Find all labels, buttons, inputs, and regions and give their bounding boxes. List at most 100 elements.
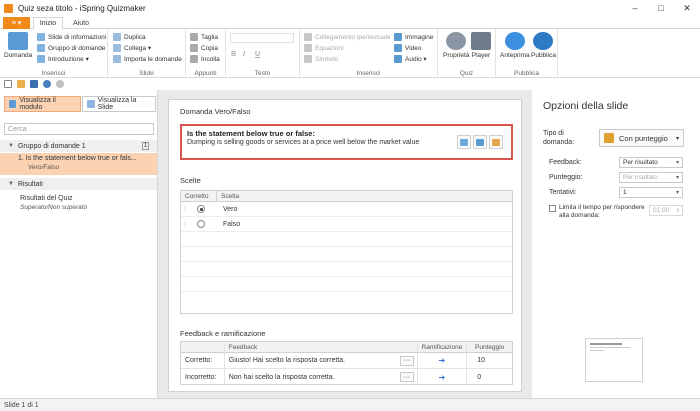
more-button[interactable]: ··· bbox=[399, 355, 414, 366]
branching-cell[interactable]: ➔ bbox=[418, 369, 468, 385]
intro-button[interactable]: Introduzione ▾ bbox=[37, 54, 89, 64]
new-file-icon[interactable] bbox=[4, 80, 12, 88]
table-row: Corretto: Giusto! Hai scelto la risposta… bbox=[181, 353, 512, 369]
cut-button[interactable]: Taglia bbox=[190, 32, 218, 42]
slide-info-button[interactable]: Slide di informazioni bbox=[37, 32, 106, 42]
insert-audio-button[interactable] bbox=[489, 135, 503, 149]
status-bar: Slide 1 di 1 bbox=[0, 398, 700, 411]
image-button[interactable]: Immagine bbox=[394, 32, 434, 42]
save-icon[interactable] bbox=[30, 80, 38, 88]
arrow-right-icon: ➔ bbox=[438, 356, 446, 365]
drag-handle-icon[interactable]: ⋮ bbox=[181, 206, 189, 213]
score-select[interactable]: Per risultato ▾ bbox=[619, 172, 683, 183]
list-item-question-1[interactable]: 1. Is the statement below true or fals..… bbox=[0, 153, 157, 175]
correct-radio[interactable] bbox=[197, 205, 205, 213]
chevron-down-icon: ▼ bbox=[8, 181, 14, 187]
score-cell[interactable]: 10 bbox=[467, 353, 512, 368]
ribbon-group-slide: Duplica Collega ▾ Importa le domande Sli… bbox=[108, 29, 186, 78]
file-menu-button[interactable]: ≡ ▾ bbox=[3, 17, 30, 29]
question-text[interactable]: Dumping is selling goods or services at … bbox=[187, 139, 419, 146]
limit-time-checkbox[interactable] bbox=[549, 205, 556, 212]
time-input[interactable]: 01:00 ⇕ bbox=[649, 205, 683, 216]
minimize-button[interactable]: – bbox=[622, 0, 648, 16]
domanda-button[interactable]: Domanda bbox=[4, 32, 32, 59]
underline-button[interactable]: U bbox=[255, 51, 260, 58]
question-type-select[interactable]: Con punteggio ▾ bbox=[599, 129, 684, 147]
empty-row[interactable] bbox=[181, 247, 512, 262]
paste-button[interactable]: Incolla bbox=[190, 54, 220, 64]
preview-button[interactable]: Anteprima bbox=[500, 32, 530, 59]
publish-button[interactable]: Pubblica bbox=[531, 32, 556, 59]
attempts-select[interactable]: 1 ▾ bbox=[619, 187, 683, 198]
info-slide-icon bbox=[37, 33, 45, 41]
table-row[interactable]: ⋮ Vero bbox=[181, 202, 512, 217]
empty-row[interactable] bbox=[181, 277, 512, 292]
hyperlink-button[interactable]: Collegamento ipertestuale bbox=[304, 32, 391, 42]
properties-button[interactable]: Proprietà bbox=[443, 32, 469, 59]
branching-cell[interactable]: ➔ bbox=[418, 353, 468, 368]
empty-row[interactable] bbox=[181, 232, 512, 247]
table-row[interactable]: ⋮ Falso bbox=[181, 217, 512, 232]
feedback-correct-cell[interactable]: Giusto! Hai scelto la risposta corretta.… bbox=[225, 353, 418, 368]
duplicate-button[interactable]: Duplica bbox=[113, 32, 146, 42]
question-group-row[interactable]: ▼ Gruppo di domande 1 1 bbox=[0, 140, 157, 152]
audio-button[interactable]: Audio ▾ bbox=[394, 54, 427, 64]
redo-icon[interactable] bbox=[56, 80, 64, 88]
close-button[interactable]: ✕ bbox=[674, 0, 700, 16]
question-title[interactable]: Is the statement below true or false: bbox=[187, 129, 315, 138]
feedback-select[interactable]: Per risultato ▾ bbox=[619, 157, 683, 168]
link-slide-button[interactable]: Collega ▾ bbox=[113, 43, 151, 53]
section-title-feedback: Feedback e ramificazione bbox=[180, 329, 266, 338]
import-questions-button[interactable]: Importa le domande bbox=[113, 54, 182, 64]
insert-video-button[interactable] bbox=[473, 135, 487, 149]
options-title: Opzioni della slide bbox=[543, 100, 629, 112]
equations-button[interactable]: Equazioni bbox=[304, 43, 344, 53]
score-icon bbox=[604, 133, 614, 143]
feedback-incorrect-cell[interactable]: Non hai scelto la risposta corretta. ··· bbox=[225, 369, 418, 385]
slide-thumbnail[interactable] bbox=[585, 338, 643, 382]
speaker-icon bbox=[394, 55, 402, 63]
maximize-button[interactable]: □ bbox=[648, 0, 674, 16]
view-module-tab[interactable]: Visualizza il modulo bbox=[4, 96, 81, 112]
image-icon bbox=[460, 138, 468, 146]
insert-image-button[interactable] bbox=[457, 135, 471, 149]
list-item-results[interactable]: Risultati del Quiz Superato/Non superato bbox=[0, 193, 157, 215]
gear-icon bbox=[446, 32, 467, 50]
open-folder-icon[interactable] bbox=[17, 80, 25, 88]
results-group-row[interactable]: ▼ Risultati bbox=[0, 178, 157, 190]
score-cell[interactable]: 0 bbox=[467, 369, 512, 385]
video-button[interactable]: Video bbox=[394, 43, 422, 53]
empty-row[interactable] bbox=[181, 262, 512, 277]
correct-radio[interactable] bbox=[197, 220, 205, 228]
empty-row[interactable] bbox=[181, 292, 512, 307]
choices-header: Corretto Scelta bbox=[181, 191, 512, 202]
scissors-icon bbox=[190, 33, 198, 41]
tab-aiuto[interactable]: Aiuto bbox=[67, 17, 95, 29]
italic-button[interactable]: I bbox=[243, 51, 245, 58]
view-slide-tab[interactable]: Visualizza la Slide bbox=[82, 96, 156, 112]
ribbon-group-quiz: Proprietà Player Quiz bbox=[438, 29, 496, 78]
paste-icon bbox=[190, 55, 198, 63]
import-icon bbox=[113, 55, 121, 63]
question-box[interactable]: Is the statement below true or false: Du… bbox=[180, 124, 513, 160]
copy-icon bbox=[190, 44, 198, 52]
tab-inizio[interactable]: Inizio bbox=[33, 17, 63, 29]
chevron-down-icon: ▾ bbox=[675, 175, 679, 181]
limit-time-label: Limita il tempo per rispondere alla doma… bbox=[559, 204, 645, 219]
bold-button[interactable]: B bbox=[231, 51, 236, 58]
font-family-select[interactable] bbox=[230, 33, 294, 43]
ribbon-group-appunti: Taglia Copia Incolla Appunti bbox=[186, 29, 226, 78]
stepper-icon: ⇕ bbox=[675, 207, 680, 214]
search-input[interactable]: Cerca bbox=[4, 123, 154, 135]
undo-icon[interactable] bbox=[43, 80, 51, 88]
copy-button[interactable]: Copia bbox=[190, 43, 218, 53]
window-controls: – □ ✕ bbox=[622, 0, 700, 16]
ribbon-group-inserisci: Domanda Slide di informazioni Gruppo di … bbox=[0, 29, 108, 78]
ribbon-group-testo: B I U Testo bbox=[226, 29, 300, 78]
duplicate-icon bbox=[113, 33, 121, 41]
symbol-button[interactable]: Simbolo bbox=[304, 54, 338, 64]
player-button[interactable]: Player bbox=[471, 32, 491, 59]
more-button[interactable]: ··· bbox=[399, 372, 414, 382]
drag-handle-icon[interactable]: ⋮ bbox=[181, 221, 189, 228]
question-group-button[interactable]: Gruppo di domande bbox=[37, 43, 105, 53]
